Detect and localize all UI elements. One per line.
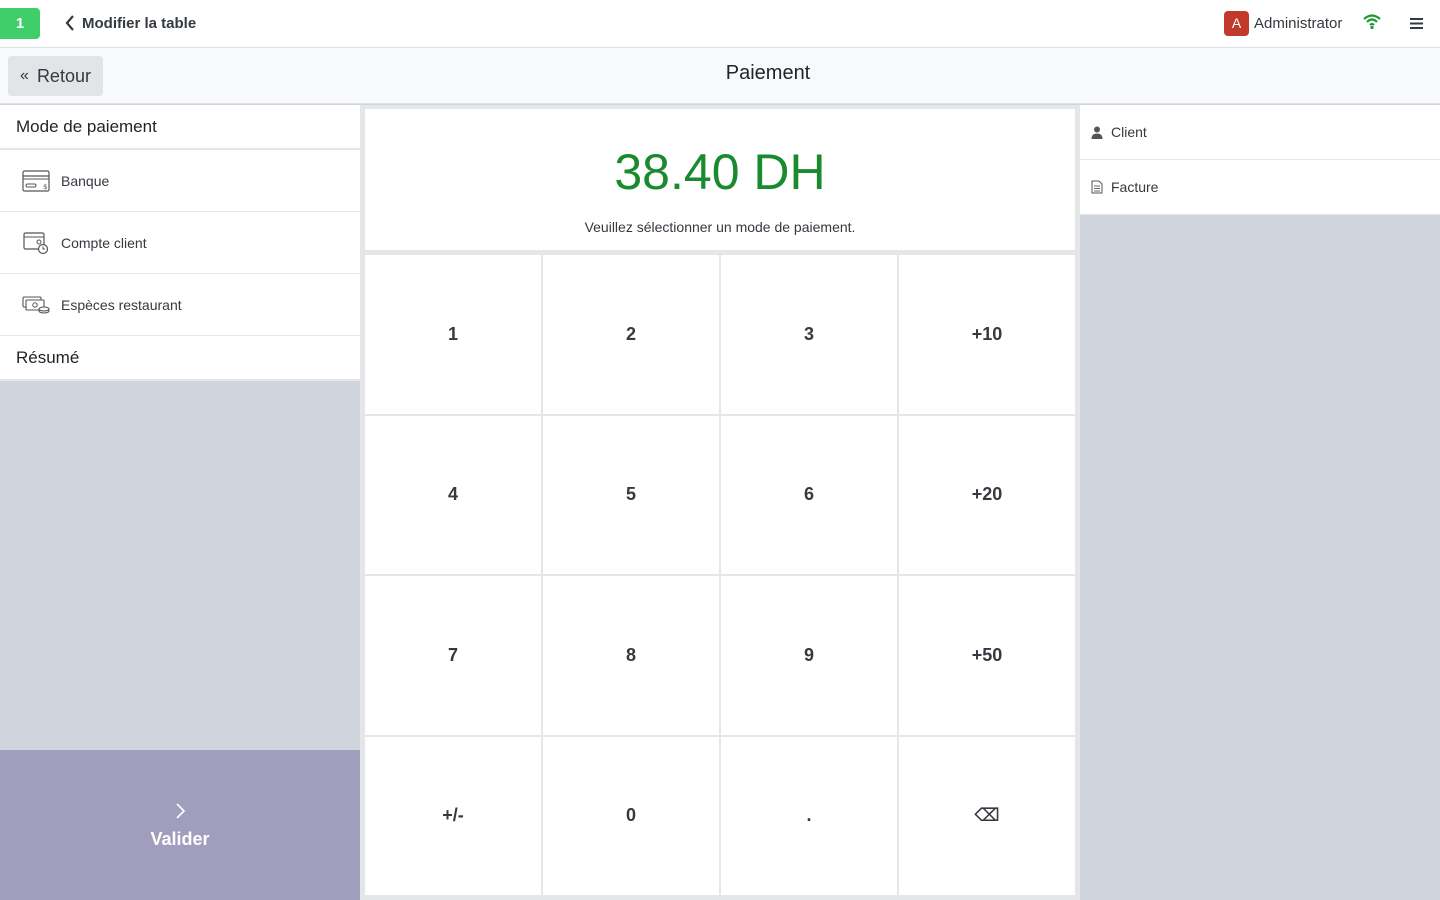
right-panel: Client Facture	[1080, 105, 1440, 900]
document-icon	[1090, 180, 1104, 194]
numpad-key-plus-50[interactable]: +50	[899, 576, 1075, 735]
invoice-button[interactable]: Facture	[1080, 160, 1440, 215]
numpad-key-2[interactable]: 2	[543, 255, 719, 414]
numpad-key-3[interactable]: 3	[721, 255, 897, 414]
user-menu[interactable]: A Administrator	[1224, 10, 1342, 36]
amount-due: 38.40 DH	[614, 144, 826, 200]
summary-title: Résumé	[0, 336, 360, 381]
numpad-key-8[interactable]: 8	[543, 576, 719, 735]
page-title: Paiement	[725, 62, 811, 84]
customer-label: Client	[1111, 124, 1147, 140]
payment-method-label: Banque	[61, 172, 110, 189]
hamburger-menu-icon[interactable]	[1407, 13, 1427, 33]
edit-table-label: Modifier la table	[82, 14, 197, 32]
edit-table-button[interactable]: Modifier la table	[60, 12, 196, 34]
numpad-key-9[interactable]: 9	[721, 576, 897, 735]
customer-button[interactable]: Client	[1080, 105, 1440, 160]
amount-display: 38.40 DH Veuillez sélectionner un mode d…	[365, 109, 1075, 250]
payment-hint: Veuillez sélectionner un mode de paiemen…	[584, 219, 856, 235]
numpad-key-4[interactable]: 4	[365, 415, 541, 574]
top-navbar: 1 Modifier la table A Administrator	[0, 0, 1440, 48]
numpad-key-plus-10[interactable]: +10	[899, 255, 1075, 414]
numpad-key-backspace[interactable]: ⌫	[899, 736, 1075, 895]
bank-card-icon: $	[22, 169, 50, 193]
numpad-key-7[interactable]: 7	[365, 576, 541, 735]
left-panel: Mode de paiement $ Banque Compte client	[0, 105, 360, 900]
validate-label: Valider	[150, 828, 210, 849]
payment-method-label: Compte client	[61, 234, 147, 251]
customer-account-icon	[22, 231, 50, 255]
payment-center: 38.40 DH Veuillez sélectionner un mode d…	[360, 105, 1080, 900]
numpad-key-1[interactable]: 1	[365, 255, 541, 414]
payment-method-label: Espèces restaurant	[61, 296, 182, 313]
wifi-icon	[1362, 13, 1382, 31]
payment-header: « Retour Paiement	[0, 48, 1440, 104]
chevron-left-icon	[60, 13, 80, 33]
validate-button[interactable]: Valider	[0, 750, 360, 900]
numpad-key-plus-20[interactable]: +20	[899, 415, 1075, 574]
payment-methods-title: Mode de paiement	[0, 105, 360, 150]
table-number-badge[interactable]: 1	[0, 8, 40, 39]
payment-method-customer-account[interactable]: Compte client	[0, 212, 360, 274]
payment-method-cash[interactable]: Espèces restaurant	[0, 274, 360, 336]
avatar: A	[1224, 10, 1249, 36]
chevron-right-icon	[170, 801, 190, 821]
numpad-key-5[interactable]: 5	[543, 415, 719, 574]
invoice-label: Facture	[1111, 179, 1159, 195]
numpad-key-0[interactable]: 0	[543, 736, 719, 895]
user-name: Administrator	[1254, 14, 1343, 32]
numpad-key-decimal[interactable]: .	[721, 736, 897, 895]
cash-icon	[22, 293, 50, 317]
numpad-key-toggle-sign[interactable]: +/-	[365, 736, 541, 895]
numpad-key-6[interactable]: 6	[721, 415, 897, 574]
numpad: 1 2 3 +10 4 5 6 +20 7 8 9 +50 +/- 0 . ⌫	[365, 255, 1075, 895]
payment-method-bank[interactable]: $ Banque	[0, 150, 360, 212]
svg-text:$: $	[43, 183, 47, 191]
user-icon	[1090, 125, 1104, 139]
